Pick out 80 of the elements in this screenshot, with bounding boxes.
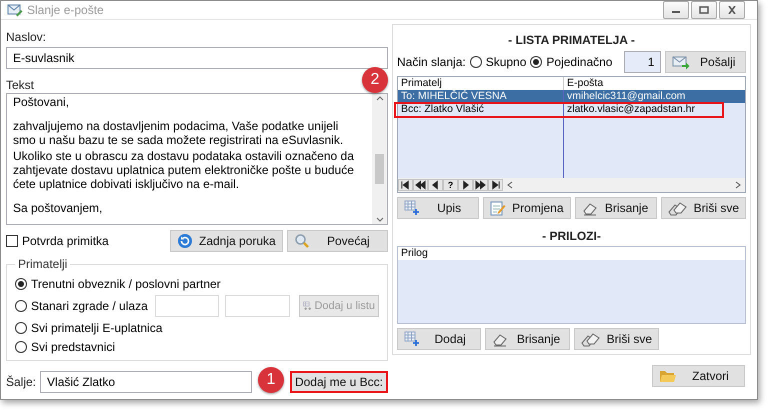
message-paragraph: Ukoliko ste u obrascu za dostavu podataka ostavili označeno da zahtjevate dostavu uplatnica putem elektroničke pošte u buduće ćete uplatnice dobivati isključivo na e-mail.: [13, 149, 355, 191]
magnifier-icon: [294, 233, 310, 249]
message-paragraph: Sa poštovanjem,: [13, 200, 104, 215]
radio-label: Skupno: [486, 55, 526, 69]
erasers-icon: [580, 331, 601, 347]
input-field[interactable]: [154, 295, 220, 318]
action-button[interactable]: Zatvori: [652, 365, 745, 387]
action-button[interactable]: Brisanje: [574, 196, 657, 219]
radio-label: Stanari zgrade / ulaza: [31, 299, 149, 314]
refresh-icon: [177, 233, 193, 249]
checkbox-label: Potvrda primitka: [22, 234, 109, 248]
panel-title: - PRILOZI-: [542, 228, 601, 243]
subject-field[interactable]: E-suvlasnik: [6, 47, 388, 69]
maximize-button[interactable]: [691, 1, 717, 19]
radio-label: Svi predstavnici: [31, 340, 116, 354]
action-button[interactable]: Povećaj: [286, 230, 388, 252]
nav-button[interactable]: [488, 178, 503, 191]
panel-title: - LISTA PRIMATELJA -: [508, 33, 635, 47]
nav-button[interactable]: [428, 178, 443, 191]
send-mode-label: Način slanja:: [397, 55, 466, 69]
count-field[interactable]: 1: [624, 51, 662, 73]
radio-label: Svi primatelji E-uplatnica: [31, 321, 162, 336]
message-text-area[interactable]: [6, 93, 388, 225]
grid-add-icon: [404, 331, 420, 347]
minimize-button[interactable]: [663, 1, 689, 19]
message-paragraph: Poštovani,: [13, 95, 70, 109]
action-button[interactable]: Brisanje: [485, 328, 570, 350]
action-button[interactable]: Briši sve: [660, 196, 746, 219]
sender-field[interactable]: Vlašić Zlatko: [40, 371, 252, 393]
radio-button[interactable]: [470, 56, 482, 68]
grid-add-icon: [404, 200, 420, 216]
app-icon: [7, 2, 23, 18]
chevron-right-icon: [735, 180, 741, 189]
checkbox[interactable]: [6, 235, 18, 247]
action-button[interactable]: Zadnja poruka: [170, 230, 283, 252]
folder-icon: [659, 368, 677, 384]
action-button[interactable]: Briši sve: [574, 328, 659, 350]
nav-button[interactable]: [413, 178, 428, 191]
table-cell-text: To: MIHELČIĆ VESNA: [400, 90, 508, 103]
action-button[interactable]: Upis: [397, 196, 480, 219]
nav-button[interactable]: [473, 178, 488, 191]
nav-button[interactable]: [458, 178, 473, 191]
nav-button[interactable]: [398, 178, 413, 191]
maximize-icon: [699, 6, 709, 14]
table-cell: zlatko.vlasic@zapadstan.hr: [563, 103, 745, 116]
input-field[interactable]: [225, 295, 290, 318]
action-button[interactable]: Pošalji: [665, 51, 746, 73]
table-cell: vmihelcic311@gmail.com: [563, 90, 745, 103]
sender-label: Šalje:: [6, 375, 36, 389]
radio-button[interactable]: [15, 322, 27, 334]
mail-send-icon: [672, 54, 690, 70]
add-bcc-button[interactable]: Dodaj me u Bcc:: [290, 371, 388, 393]
action-button[interactable]: Dodaj: [397, 328, 482, 350]
recipient-row[interactable]: To: MIHELČIĆ VESNA vmihelcic311@gmail.com: [398, 90, 745, 103]
scroll-thumb[interactable]: [375, 154, 384, 184]
edit-icon: [490, 200, 506, 216]
window-title: Slanje e-pošte: [27, 3, 105, 17]
action-button[interactable]: Promjena: [483, 196, 571, 219]
body-label: Tekst: [6, 78, 34, 92]
radio-button[interactable]: [15, 278, 27, 290]
subject-label: Naslov:: [6, 30, 48, 44]
recipient-row[interactable]: Bcc: Zlatko Vlašić zlatko.vlasic@zapadstan.hr: [398, 103, 745, 116]
radio-button[interactable]: [15, 300, 27, 312]
chevron-up-icon: [376, 96, 384, 101]
radio-button[interactable]: [530, 56, 542, 68]
chevron-down-icon: [376, 217, 384, 222]
erasers-icon: [668, 200, 688, 216]
radio-label: Pojedinačno: [546, 55, 612, 69]
group-title: Primatelji: [15, 257, 70, 271]
table-cell-text: Bcc: Zlatko Vlašić: [400, 103, 485, 116]
help-button[interactable]: ?: [443, 178, 458, 191]
close-button[interactable]: [719, 1, 745, 19]
close-icon: [727, 6, 737, 14]
radio-label: Trenutni obveznik / poslovni partner: [31, 277, 221, 292]
column-header: Prilog: [400, 246, 429, 260]
chevron-left-icon: [507, 180, 513, 189]
radio-button[interactable]: [15, 340, 27, 353]
message-paragraph: zahvaljujemo na dostavljenim podacima, Vaše podatke unijeli smo u našu bazu te se sada možete registrirati na eSuvlasnik.: [13, 118, 344, 147]
scrollbar[interactable]: [372, 94, 387, 224]
column-header: Primatelj: [400, 77, 443, 90]
